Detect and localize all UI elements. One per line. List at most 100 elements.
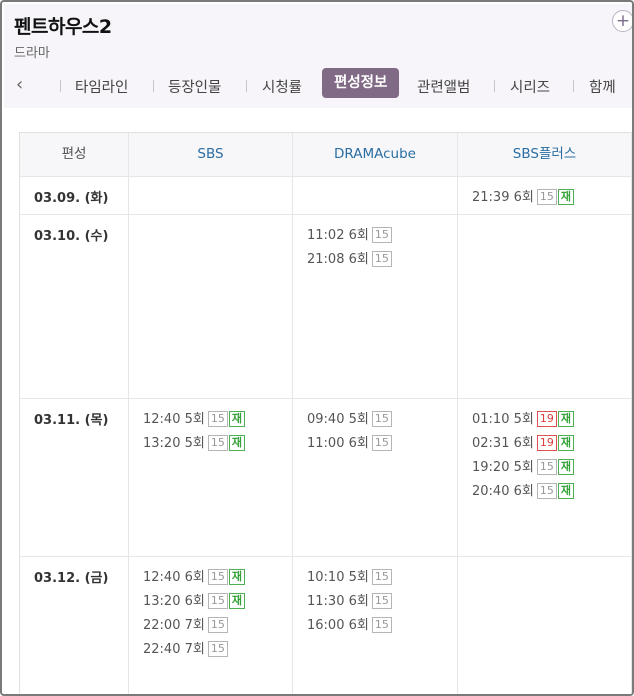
tab-cast[interactable]: 등장인물 bbox=[168, 76, 221, 97]
broadcast-entry[interactable]: 11:00 6회 15 bbox=[307, 432, 457, 456]
air-time: 21:39 bbox=[472, 190, 510, 205]
broadcast-entry[interactable]: 22:40 7회 15 bbox=[143, 638, 292, 662]
episode-number: 6회 bbox=[348, 618, 369, 633]
rerun-badge: 재 bbox=[557, 189, 574, 205]
episode-number: 6회 bbox=[348, 436, 369, 451]
age-rating-badge: 19 bbox=[536, 435, 557, 451]
broadcast-entry[interactable]: 13:20 6회 15 재 bbox=[143, 590, 292, 614]
broadcast-entry[interactable]: 12:40 6회 15 재 bbox=[143, 566, 292, 590]
broadcast-entry[interactable]: 11:02 6회 15 bbox=[307, 224, 457, 248]
broadcast-entry[interactable]: 19:20 5회 15 재 bbox=[472, 456, 631, 480]
air-time: 10:10 bbox=[307, 570, 345, 585]
broadcast-entry[interactable]: 13:20 5회 15 재 bbox=[143, 432, 292, 456]
episode-number: 5회 bbox=[184, 412, 205, 427]
air-time: 13:20 bbox=[143, 436, 181, 451]
air-time: 22:00 bbox=[143, 618, 181, 633]
sbs-schedule-cell: 12:40 6회 15 재 13:20 6회 15 재 22:00 7회 15 22:40 7회… bbox=[129, 556, 293, 694]
table-row: 03.10. (수) 11:02 6회 15 21:08 6회 15 bbox=[20, 214, 632, 399]
rerun-badge: 재 bbox=[228, 593, 245, 609]
col-header-dramacube[interactable]: DRAMAcube bbox=[293, 133, 458, 176]
schedule-table: 편성 SBS DRAMAcube SBS플러스 03.09. (화) 21:39 6회 15… bbox=[19, 132, 632, 694]
air-time: 22:40 bbox=[143, 642, 181, 657]
rerun-badge: 재 bbox=[557, 459, 574, 475]
chevron-left-icon[interactable]: ‹ bbox=[16, 74, 23, 95]
broadcast-entry[interactable]: 10:10 5회 15 bbox=[307, 566, 457, 590]
age-rating-badge: 15 bbox=[207, 617, 228, 633]
col-header-sbsplus[interactable]: SBS플러스 bbox=[458, 133, 632, 176]
age-rating-badge: 15 bbox=[207, 641, 228, 657]
sbs-schedule-cell: 12:40 5회 15 재 13:20 5회 15 재 bbox=[129, 398, 293, 556]
episode-number: 6회 bbox=[184, 570, 205, 585]
age-rating-badge: 15 bbox=[536, 189, 557, 205]
tab-schedule[interactable]: 편성정보 bbox=[322, 68, 400, 98]
broadcast-entry[interactable]: 16:00 6회 15 bbox=[307, 614, 457, 638]
tab-divider bbox=[573, 80, 574, 92]
rerun-badge: 재 bbox=[228, 569, 245, 585]
dramacube-schedule-cell: 10:10 5회 15 11:30 6회 15 16:00 6회 15 bbox=[293, 556, 458, 694]
dramacube-schedule-cell: 11:02 6회 15 21:08 6회 15 bbox=[293, 214, 458, 398]
age-rating-badge: 15 bbox=[371, 569, 392, 585]
rerun-badge: 재 bbox=[228, 435, 245, 451]
col-header-schedule: 편성 bbox=[20, 133, 129, 176]
episode-number: 6회 bbox=[513, 436, 534, 451]
table-header-row: 편성 SBS DRAMAcube SBS플러스 bbox=[20, 133, 632, 177]
episode-number: 6회 bbox=[184, 594, 205, 609]
sbsplus-schedule-cell bbox=[458, 556, 632, 694]
broadcast-entry[interactable]: 09:40 5회 15 bbox=[307, 408, 457, 432]
episode-number: 6회 bbox=[348, 228, 369, 243]
date-cell: 03.11. (목) bbox=[20, 398, 129, 556]
window-frame: 펜트하우스2 드라마 + ‹ 타임라인 등장인물 시청률 편성정보 관련앨범 시… bbox=[0, 0, 634, 696]
tab-ratings[interactable]: 시청률 bbox=[262, 76, 302, 97]
age-rating-badge: 15 bbox=[207, 435, 228, 451]
broadcast-entry[interactable]: 21:39 6회 15 재 bbox=[472, 186, 631, 210]
episode-number: 6회 bbox=[348, 594, 369, 609]
tab-series[interactable]: 시리즈 bbox=[510, 76, 550, 97]
tab-divider bbox=[153, 80, 154, 92]
page-title: 펜트하우스2 bbox=[14, 16, 112, 38]
episode-number: 7회 bbox=[184, 642, 205, 657]
broadcast-entry[interactable]: 21:08 6회 15 bbox=[307, 248, 457, 272]
air-time: 12:40 bbox=[143, 412, 181, 427]
broadcast-entry[interactable]: 20:40 6회 15 재 bbox=[472, 480, 631, 504]
date-cell: 03.09. (화) bbox=[20, 176, 129, 214]
episode-number: 6회 bbox=[348, 252, 369, 267]
sbsplus-schedule-cell: 21:39 6회 15 재 bbox=[458, 176, 632, 214]
tab-together[interactable]: 함께 bbox=[589, 76, 616, 97]
broadcast-entry[interactable]: 01:10 5회 19 재 bbox=[472, 408, 631, 432]
air-time: 21:08 bbox=[307, 252, 345, 267]
air-time: 16:00 bbox=[307, 618, 345, 633]
rerun-badge: 재 bbox=[557, 435, 574, 451]
table-row: 03.11. (목) 12:40 5회 15 재 13:20 5회 15 재 09:40 5회… bbox=[20, 398, 632, 557]
sbsplus-schedule-cell bbox=[458, 214, 632, 398]
air-time: 13:20 bbox=[143, 594, 181, 609]
age-rating-badge: 15 bbox=[536, 483, 557, 499]
air-time: 20:40 bbox=[472, 484, 510, 499]
episode-number: 5회 bbox=[513, 412, 534, 427]
broadcast-entry[interactable]: 22:00 7회 15 bbox=[143, 614, 292, 638]
air-time: 09:40 bbox=[307, 412, 345, 427]
air-time: 02:31 bbox=[472, 436, 510, 451]
genre-label: 드라마 bbox=[14, 46, 50, 61]
broadcast-entry[interactable]: 11:30 6회 15 bbox=[307, 590, 457, 614]
age-rating-badge: 15 bbox=[207, 593, 228, 609]
rerun-badge: 재 bbox=[228, 411, 245, 427]
age-rating-badge: 15 bbox=[207, 411, 228, 427]
age-rating-badge: 15 bbox=[371, 251, 392, 267]
broadcast-entry[interactable]: 02:31 6회 19 재 bbox=[472, 432, 631, 456]
tab-albums[interactable]: 관련앨범 bbox=[417, 76, 470, 97]
tab-timeline[interactable]: 타임라인 bbox=[75, 76, 128, 97]
tab-divider bbox=[494, 80, 495, 92]
episode-number: 5회 bbox=[184, 436, 205, 451]
episode-number: 7회 bbox=[184, 618, 205, 633]
program-header: 펜트하우스2 드라마 + ‹ 타임라인 등장인물 시청률 편성정보 관련앨범 시… bbox=[4, 4, 632, 108]
tab-bar: ‹ 타임라인 등장인물 시청률 편성정보 관련앨범 시리즈 함께 bbox=[4, 68, 632, 102]
col-header-sbs[interactable]: SBS bbox=[129, 133, 293, 176]
episode-number: 6회 bbox=[513, 190, 534, 205]
add-icon[interactable]: + bbox=[612, 10, 632, 32]
episode-number: 5회 bbox=[348, 412, 369, 427]
table-row: 03.09. (화) 21:39 6회 15 재 bbox=[20, 176, 632, 215]
dramacube-schedule-cell bbox=[293, 176, 458, 214]
air-time: 12:40 bbox=[143, 570, 181, 585]
broadcast-entry[interactable]: 12:40 5회 15 재 bbox=[143, 408, 292, 432]
air-time: 11:00 bbox=[307, 436, 345, 451]
